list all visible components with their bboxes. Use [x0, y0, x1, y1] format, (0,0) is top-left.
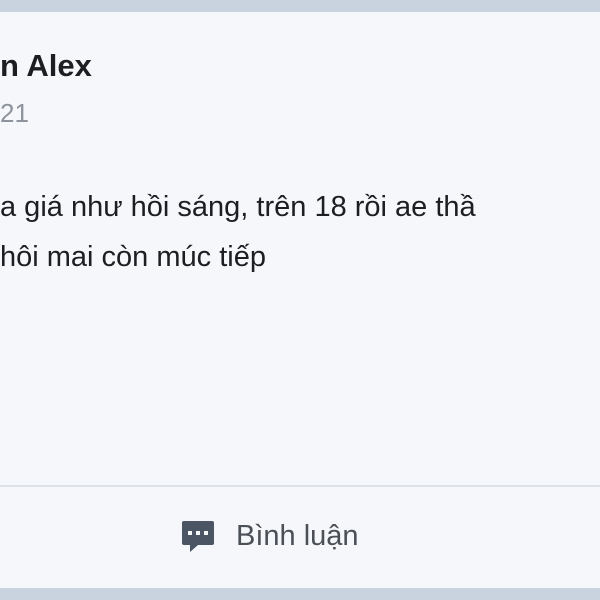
- author-name[interactable]: n Alex: [0, 48, 92, 84]
- comment-button[interactable]: Bình luận: [178, 512, 359, 560]
- comment-icon: [178, 516, 218, 556]
- post-content: a giá như hồi sáng, trên 18 rồi ae thầ h…: [0, 182, 600, 282]
- post-timestamp[interactable]: 21: [0, 98, 29, 129]
- post-content-line: hôi mai còn múc tiếp: [0, 241, 266, 273]
- post-card: n Alex 21 a giá như hồi sáng, trên 18 rồ…: [0, 12, 600, 588]
- action-bar-divider: [0, 485, 600, 487]
- post-content-line: a giá như hồi sáng, trên 18 rồi ae thầ: [0, 191, 476, 223]
- comment-button-label: Bình luận: [236, 519, 359, 552]
